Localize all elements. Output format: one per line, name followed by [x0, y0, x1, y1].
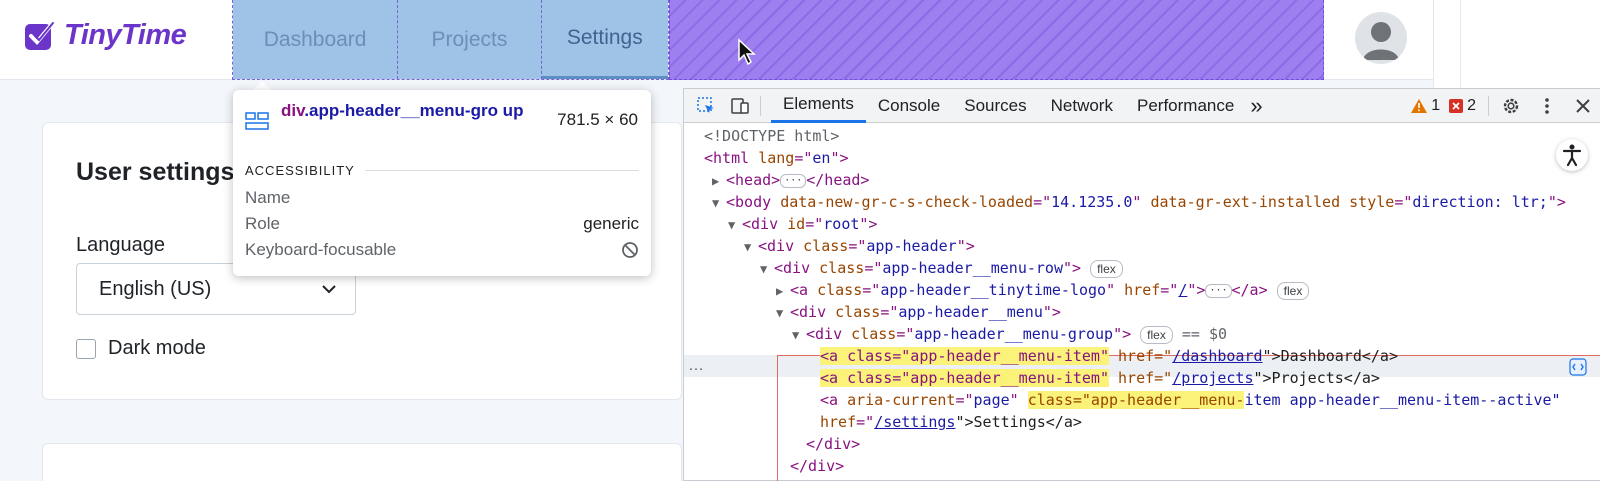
kebab-menu-icon[interactable] — [1537, 96, 1557, 116]
gear-icon[interactable] — [1501, 96, 1521, 116]
page-title: User settings — [76, 158, 235, 186]
menu-item-settings[interactable]: Settings — [541, 0, 668, 79]
dom-line-close-menu-group[interactable]: </div> — [806, 433, 860, 455]
dom-line-menu-item-dashboard[interactable]: <a class="app-header__menu-item" href="/… — [820, 345, 1398, 367]
tooltip-row-keyboard-focusable: Keyboard-focusable — [245, 240, 639, 260]
close-icon[interactable] — [1573, 96, 1593, 116]
warnings-badge[interactable]: 1 — [1410, 97, 1440, 115]
dom-line-close-menu[interactable]: </div> — [790, 455, 844, 477]
accessibility-tree-button[interactable] — [1556, 139, 1588, 171]
row-actions-ellipsis[interactable]: … — [688, 355, 704, 377]
flex-badge[interactable]: flex — [1276, 281, 1310, 300]
tooltip-row-name: Name — [245, 188, 291, 207]
flex-badge[interactable]: flex — [1140, 325, 1173, 344]
dom-tree: … <!DOCTYPE html> <html lang="en"> ▶ <hea… — [684, 125, 1600, 481]
dom-line-head[interactable]: ▶ <head> ··· </head> — [712, 169, 869, 191]
tooltip-element-name: div.app-header__menu-gro up — [281, 101, 524, 120]
dom-line-app-header[interactable]: ▼ <div class="app-header"> — [744, 235, 975, 257]
second-settings-card — [42, 443, 682, 481]
mouse-cursor-icon — [738, 38, 756, 66]
inspect-tooltip: div.app-header__menu-gro up 781.5 × 60 A… — [233, 90, 651, 276]
menu-item-projects[interactable]: Projects — [398, 0, 542, 79]
flex-badge[interactable]: flex — [1090, 259, 1123, 278]
menu-item-dashboard[interactable]: Dashboard — [233, 0, 399, 79]
app-header: TinyTime Dashboard Projects Settings — [0, 0, 1433, 80]
warning-icon — [1411, 98, 1428, 113]
dom-line-menu-group[interactable]: ▼ <div class="app-header__menu-group"> fl… — [792, 323, 1227, 345]
user-icon — [1363, 22, 1399, 60]
dom-line-doctype[interactable]: <!DOCTYPE html> — [704, 125, 839, 147]
dark-mode-checkbox[interactable] — [76, 338, 96, 359]
not-focusable-icon — [622, 242, 638, 258]
tinytime-logo[interactable]: TinyTime — [22, 18, 187, 52]
dark-mode-label: Dark mode — [108, 337, 206, 359]
tooltip-row-role: Role generic — [245, 214, 639, 233]
dom-line-menu-item-projects[interactable]: <a class="app-header__menu-item" href="/… — [820, 367, 1380, 389]
user-avatar[interactable] — [1355, 12, 1407, 64]
dom-line-html[interactable]: <html lang="en"> — [704, 147, 849, 169]
language-label: Language — [76, 234, 165, 256]
tab-elements[interactable]: Elements — [771, 89, 866, 123]
accessibility-icon — [1562, 144, 1582, 167]
dom-line-menu-row[interactable]: ▼ <div class="app-header__menu-row"> flex — [760, 257, 1123, 279]
inspect-padding-overlay — [669, 0, 1324, 80]
code-view-icon[interactable] — [1569, 358, 1587, 376]
dom-line-logo-link[interactable]: ▶ <a class="app-header__tinytime-logo" hr… — [776, 279, 1310, 301]
checkmark-calendar-icon — [25, 22, 54, 50]
errors-badge[interactable]: 2 — [1448, 97, 1476, 115]
language-select-value: English (US) — [99, 277, 212, 300]
dom-line-body[interactable]: ▼ <body data-new-gr-c-s-check-loaded="14.… — [712, 191, 1566, 213]
device-toolbar-icon[interactable] — [730, 96, 750, 116]
inspect-element-icon[interactable] — [696, 96, 716, 116]
error-icon — [1449, 98, 1464, 113]
header-menu-group: Dashboard Projects Settings — [232, 0, 669, 80]
dom-line-menu-item-settings[interactable]: <a aria-current="page" class="app-header… — [820, 389, 1561, 411]
tab-network[interactable]: Network — [1039, 89, 1125, 123]
tooltip-element-size: 781.5 × 60 — [557, 110, 638, 129]
tooltip-section-accessibility: ACCESSIBILITY — [245, 163, 639, 178]
dom-line-root[interactable]: ▼ <div id="root"> — [728, 213, 877, 235]
logo-text: TinyTime — [64, 18, 187, 51]
flex-layout-icon — [245, 112, 269, 130]
devtools-panel: Elements Console Sources Network Perform… — [683, 88, 1600, 481]
devtools-toolbar: Elements Console Sources Network Perform… — [684, 89, 1600, 123]
dark-mode-option[interactable]: Dark mode — [76, 337, 206, 360]
tab-console[interactable]: Console — [866, 89, 952, 123]
dom-line-menu[interactable]: ▼ <div class="app-header__menu"> — [776, 301, 1061, 323]
chevron-down-icon — [322, 285, 336, 294]
dom-line-menu-item-settings-href[interactable]: href="/settings">Settings</a> — [820, 411, 1082, 433]
tab-sources[interactable]: Sources — [952, 89, 1038, 123]
tab-performance[interactable]: Performance — [1125, 89, 1246, 123]
more-tabs-button[interactable]: » — [1246, 89, 1266, 123]
